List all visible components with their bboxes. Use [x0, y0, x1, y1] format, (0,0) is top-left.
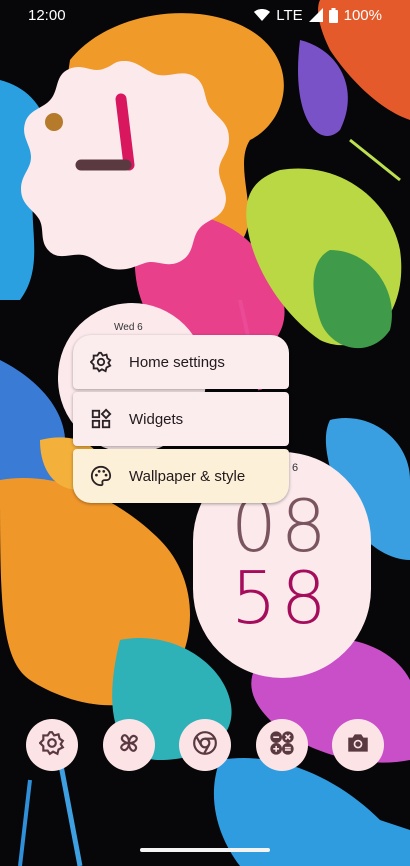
dock-chrome-app[interactable]	[179, 719, 231, 771]
menu-item-label: Widgets	[129, 410, 184, 428]
network-label: LTE	[276, 6, 303, 24]
battery-icon	[328, 7, 338, 23]
widgets-icon	[89, 407, 113, 431]
dock-settings-app[interactable]	[26, 719, 78, 771]
menu-item-label: Home settings	[129, 353, 225, 371]
signal-icon	[308, 8, 323, 22]
chrome-icon	[192, 730, 218, 761]
digital-clock-minute: 58	[231, 556, 331, 640]
status-icons: LTE 100%	[254, 7, 382, 24]
calculator-icon	[268, 729, 296, 762]
pinwheel-icon	[116, 730, 142, 761]
status-bar: 12:00 LTE 100%	[0, 0, 410, 30]
menu-item-widgets[interactable]: Widgets	[73, 392, 289, 446]
digital-clock-date: 6	[292, 462, 299, 474]
clock-dot	[45, 113, 63, 131]
menu-item-home-settings[interactable]: Home settings	[73, 335, 289, 389]
menu-item-label: Wallpaper & style	[129, 467, 246, 485]
dock-camera-app[interactable]	[332, 719, 384, 771]
dock-pinwheel-app[interactable]	[103, 719, 155, 771]
battery-label: 100%	[343, 6, 382, 24]
app-dock	[0, 719, 410, 775]
dock-calculator-app[interactable]	[256, 719, 308, 771]
gesture-nav-handle[interactable]	[140, 848, 270, 852]
gear-icon	[89, 350, 113, 374]
settings-icon	[38, 730, 65, 761]
status-time: 12:00	[28, 6, 66, 24]
camera-icon	[345, 730, 371, 761]
menu-item-wallpaper-style[interactable]: Wallpaper & style	[73, 449, 289, 503]
date-text: Wed 6	[114, 322, 143, 333]
wifi-icon	[254, 8, 271, 22]
analog-clock-widget[interactable]	[21, 59, 229, 271]
palette-icon	[89, 464, 113, 488]
